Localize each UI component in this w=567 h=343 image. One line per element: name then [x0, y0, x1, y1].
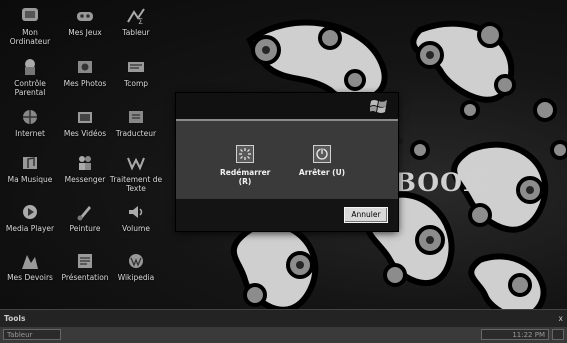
desktop-icon-label: Wikipedia [117, 273, 155, 282]
desktop-screen: IBOOK Mon Ordinateur Contrôle Parental I… [0, 0, 567, 343]
desktop-icon-label: Ma Musique [7, 175, 53, 184]
desktop-icon-label: Tableur [122, 28, 150, 37]
computer-icon [22, 8, 38, 21]
dialog-title-bar [176, 93, 398, 121]
desktop-icon-label: Présentation [61, 273, 109, 282]
shutdown-dialog: Redémarrer (R) Arrêter (U) Annuler [176, 93, 398, 231]
word-processor-icon [127, 157, 145, 171]
desktop-icon-tableur[interactable]: Σ Tableur [108, 6, 164, 37]
desktop-icon-label: Traitement de Texte [109, 175, 163, 193]
close-icon[interactable]: x [559, 314, 563, 323]
shutdown-option[interactable]: Arrêter (U) [294, 145, 350, 177]
paint-icon [77, 206, 91, 221]
presentation-icon [78, 254, 92, 268]
desktop-icon-wikipedia[interactable]: Wikipedia [108, 251, 164, 282]
desktop-icon-traitement-de-texte[interactable]: Traitement de Texte [108, 153, 164, 193]
games-icon [77, 12, 93, 21]
desktop-icon-internet[interactable]: Internet [2, 107, 58, 138]
parental-control-icon [25, 59, 35, 75]
messenger-icon [79, 156, 91, 170]
cancel-button[interactable]: Annuler [344, 207, 388, 223]
spreadsheet-icon: Σ [127, 8, 145, 26]
desktop-icon-controle-parental[interactable]: Contrôle Parental [2, 57, 58, 97]
desktop-icon-media-player[interactable]: Media Player [2, 202, 58, 233]
desktop-icon-label: Mes Photos [63, 79, 107, 88]
wikipedia-icon [129, 254, 143, 268]
desktop-icon-label: Internet [15, 129, 45, 138]
homework-icon [22, 255, 38, 269]
windows-flag-icon [370, 100, 387, 113]
restart-icon[interactable] [236, 145, 254, 163]
restart-label[interactable]: Redémarrer (R) [220, 168, 270, 186]
dialog-body: Redémarrer (R) Arrêter (U) [176, 121, 398, 199]
tcomp-icon [128, 62, 144, 72]
desktop-icon-label: Peinture [69, 224, 101, 233]
desktop-icon-mon-ordinateur[interactable]: Mon Ordinateur [2, 6, 58, 46]
desktop-icon-label: Volume [122, 224, 150, 233]
system-tray-clock[interactable]: 11:22 PM [481, 329, 549, 340]
desktop-icon-volume[interactable]: Volume [108, 202, 164, 233]
desktop-icon-tcomp[interactable]: Tcomp [108, 57, 164, 88]
media-player-icon [23, 205, 37, 219]
desktop-icon-label: Mes Vidéos [63, 129, 107, 138]
taskbar: Tableur 11:22 PM [0, 327, 567, 343]
desktop-icon-label: Messenger [64, 175, 106, 184]
desktop-icon-presentation[interactable]: Présentation [57, 251, 113, 282]
desktop-icon-label: Contrôle Parental [14, 79, 46, 97]
show-desktop-button[interactable] [552, 329, 564, 340]
desktop-icon-traducteur[interactable]: Traducteur [108, 107, 164, 138]
tools-bar-title: Tools [4, 314, 26, 323]
desktop-icon-mes-videos[interactable]: Mes Vidéos [57, 107, 113, 138]
desktop-icon-ma-musique[interactable]: Ma Musique [2, 153, 58, 184]
taskbar-window-button[interactable]: Tableur [3, 329, 61, 340]
desktop-icon-messenger[interactable]: Messenger [57, 153, 113, 184]
internet-icon [23, 110, 37, 124]
translator-icon [129, 111, 143, 123]
desktop-icon-label: Traducteur [115, 129, 157, 138]
restart-option[interactable]: Redémarrer (R) [220, 145, 270, 186]
desktop-icon-peinture[interactable]: Peinture [57, 202, 113, 233]
desktop-icon-mes-devoirs[interactable]: Mes Devoirs [2, 251, 58, 282]
volume-icon [129, 206, 143, 218]
photos-icon [78, 61, 92, 73]
power-icon[interactable] [313, 145, 331, 163]
tools-bar: Tools x [0, 309, 567, 328]
music-icon [23, 157, 37, 169]
desktop-icon-mes-jeux[interactable]: Mes Jeux [57, 6, 113, 37]
desktop-icon-label: Mes Jeux [68, 28, 102, 37]
desktop-icon-label: Mes Devoirs [7, 273, 53, 282]
desktop-icon-mes-photos[interactable]: Mes Photos [57, 57, 113, 88]
desktop-icon-label: Media Player [5, 224, 55, 233]
videos-icon [78, 112, 92, 123]
dialog-footer: Annuler [176, 199, 398, 231]
desktop-icon-label: Tcomp [123, 79, 149, 88]
desktop-icon-label: Mon Ordinateur [9, 28, 51, 46]
svg-text:Σ: Σ [138, 17, 143, 26]
shutdown-label[interactable]: Arrêter (U) [299, 168, 345, 177]
